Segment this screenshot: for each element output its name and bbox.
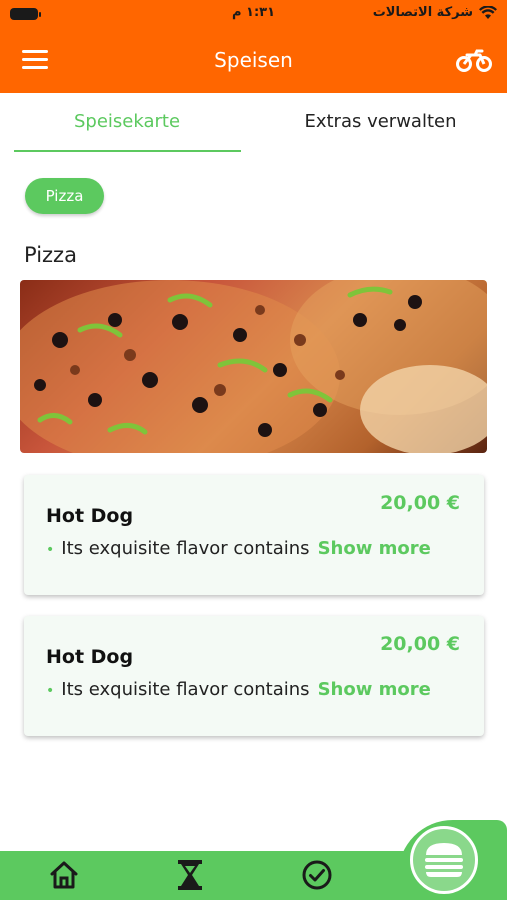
- bullet-icon: •: [46, 683, 55, 699]
- burger-icon: [425, 843, 463, 877]
- motorbike-icon[interactable]: [455, 47, 493, 73]
- item-name: Hot Dog: [46, 646, 134, 668]
- section-title: Pizza: [24, 243, 77, 267]
- tab-bar: Speisekarte Extras verwalten: [0, 93, 507, 153]
- show-more-link[interactable]: Show more: [318, 538, 431, 559]
- hourglass-icon[interactable]: [174, 858, 206, 892]
- item-description-row: • Its exquisite flavor contains Show more: [46, 679, 431, 700]
- category-chip-pizza[interactable]: Pizza: [25, 178, 104, 214]
- item-name: Hot Dog: [46, 505, 134, 527]
- app-header: ١:٣١ م شركة الاتصالات Speisen: [0, 0, 507, 93]
- menu-item-card[interactable]: 20,00 € Hot Dog • Its exquisite flavor co…: [24, 616, 484, 736]
- tab-speisekarte[interactable]: Speisekarte: [0, 111, 254, 132]
- active-tab-indicator: [14, 150, 241, 152]
- wifi-icon: [479, 5, 497, 19]
- check-circle-icon[interactable]: [301, 858, 333, 892]
- header-bar: Speisen: [0, 28, 507, 93]
- status-bar: ١:٣١ م شركة الاتصالات: [0, 0, 507, 28]
- home-icon[interactable]: [48, 858, 80, 892]
- item-price: 20,00 €: [380, 492, 460, 514]
- item-description: Its exquisite flavor contains: [61, 679, 310, 700]
- page-title: Speisen: [214, 48, 293, 72]
- bullet-icon: •: [46, 542, 55, 558]
- menu-item-card[interactable]: 20,00 € Hot Dog • Its exquisite flavor co…: [24, 475, 484, 595]
- status-carrier: شركة الاتصالات: [373, 5, 497, 20]
- item-price: 20,00 €: [380, 633, 460, 655]
- burger-fab-button[interactable]: [410, 826, 478, 894]
- tab-extras-verwalten[interactable]: Extras verwalten: [254, 111, 507, 132]
- carrier-name: شركة الاتصالات: [372, 5, 473, 20]
- category-image: [20, 280, 487, 453]
- item-description-row: • Its exquisite flavor contains Show more: [46, 538, 431, 559]
- item-description: Its exquisite flavor contains: [61, 538, 310, 559]
- show-more-link[interactable]: Show more: [318, 679, 431, 700]
